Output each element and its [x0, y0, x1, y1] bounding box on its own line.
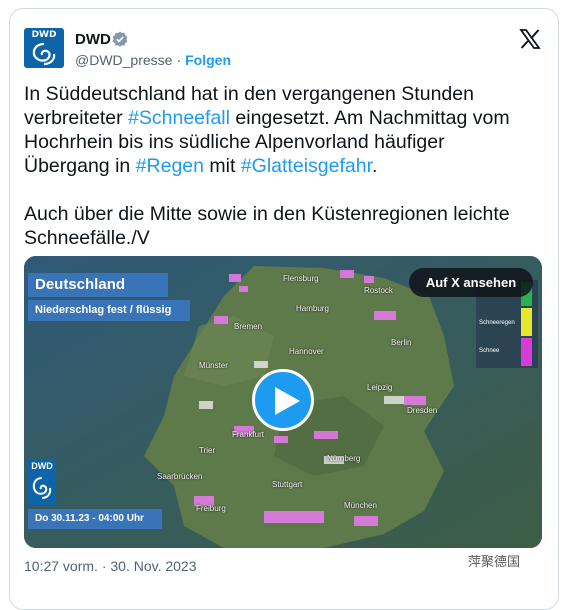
- separator: ·: [176, 52, 182, 68]
- city-label: Dresden: [407, 406, 438, 415]
- city-label: Hamburg: [296, 304, 329, 313]
- city-label: Berlin: [391, 338, 412, 347]
- tweet-paragraph-1: In Süddeutschland hat in den vergangenen…: [24, 82, 534, 178]
- city-label: Stuttgart: [272, 480, 303, 489]
- x-logo-icon[interactable]: [518, 27, 542, 51]
- hashtag-link[interactable]: #Regen: [136, 155, 204, 177]
- dwd-logo: DWD: [28, 459, 56, 505]
- city-label: Frankfurt: [232, 430, 265, 439]
- tweet-text-segment: .: [372, 155, 378, 177]
- legend-swatch: [521, 338, 532, 366]
- watermark: 萍聚德国: [468, 554, 521, 569]
- author-name[interactable]: DWD: [75, 31, 111, 48]
- map-date: Do 30.11.23 - 04:00 Uhr: [28, 509, 162, 529]
- city-label: Nürnberg: [327, 454, 361, 463]
- city-label: Flensburg: [283, 274, 319, 283]
- city-label: Saarbrücken: [157, 472, 203, 481]
- tweet-paragraph-2: Auch über die Mitte sowie in den Küstenr…: [24, 203, 510, 249]
- city-label: Münster: [199, 361, 228, 370]
- city-label: Freiburg: [196, 504, 226, 513]
- tweet-timestamp[interactable]: 10:27 vorm. · 30. Nov. 2023: [24, 558, 197, 574]
- watch-on-x-button[interactable]: Auf X ansehen: [409, 268, 533, 297]
- hashtag-link[interactable]: #Glatteisgefahr: [241, 155, 372, 177]
- dwd-swirl-icon: [32, 42, 56, 66]
- legend-label: Schneeregen: [479, 320, 515, 326]
- city-label: München: [344, 501, 377, 510]
- city-label: Bremen: [234, 322, 263, 331]
- tweet-text: In Süddeutschland hat in den vergangenen…: [24, 82, 534, 250]
- author-handle[interactable]: @DWD_presse: [75, 52, 172, 68]
- verified-badge-icon: [112, 31, 128, 47]
- map-subtitle: Niederschlag fest / flüssig: [28, 300, 190, 321]
- city-label: Trier: [199, 446, 216, 455]
- hashtag-link[interactable]: #Schneefall: [128, 107, 230, 129]
- author-handle-line: @DWD_presse · Folgen: [75, 52, 231, 68]
- legend-label: Schnee: [479, 348, 500, 354]
- city-label: Hannover: [289, 347, 324, 356]
- follow-button[interactable]: Folgen: [185, 52, 231, 68]
- city-label: Leipzig: [367, 383, 393, 392]
- legend-swatch: [521, 308, 532, 336]
- dwd-logo-text: DWD: [31, 461, 53, 471]
- video-media[interactable]: Deutschland Niederschlag fest / flüssig …: [24, 256, 542, 548]
- avatar-text: DWD: [31, 30, 57, 40]
- play-button[interactable]: [252, 369, 314, 431]
- play-icon: [275, 387, 300, 415]
- map-title: Deutschland: [28, 273, 168, 297]
- city-label: Rostock: [364, 286, 393, 295]
- dwd-swirl-icon: [32, 477, 52, 499]
- avatar[interactable]: DWD: [24, 28, 64, 68]
- tweet-text-segment: mit: [203, 155, 241, 177]
